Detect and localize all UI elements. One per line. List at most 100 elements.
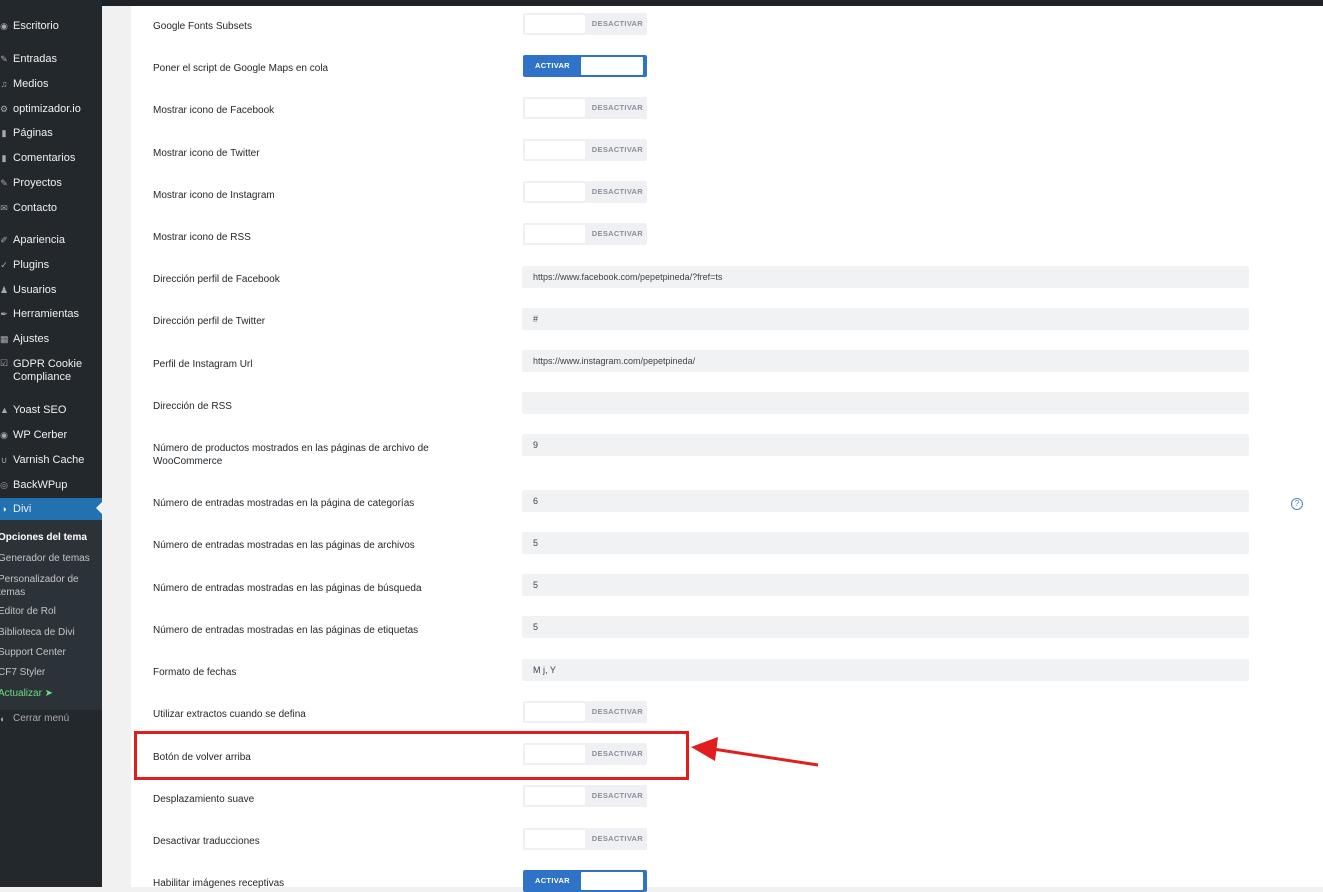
pin-icon: ✎ — [0, 177, 8, 188]
sidebar-item-gdpr[interactable]: ☑ GDPR Cookie Compliance — [0, 358, 102, 386]
setting-label: Número de entradas mostradas en la págin… — [153, 498, 415, 509]
toggle-google-fonts-subsets[interactable]: DESACTIVAR — [523, 13, 647, 35]
setting-label: Poner el script de Google Maps en cola — [153, 63, 329, 74]
category-posts-field[interactable]: 6 — [522, 490, 1249, 512]
arrow-shaft — [712, 747, 819, 767]
date-format-field[interactable]: M j, Y — [522, 659, 1249, 681]
setting-label: Mostrar icono de RSS — [153, 232, 251, 243]
archive-posts-field[interactable]: 5 — [522, 532, 1249, 554]
setting-label: Mostrar icono de Instagram — [153, 190, 275, 201]
collapse-icon: ◐ — [0, 713, 6, 724]
sidebar-item-herramientas[interactable]: ✒ Herramientas — [0, 304, 102, 324]
user-icon: ♟ — [0, 284, 9, 295]
shield-icon: ◉ — [0, 429, 8, 440]
setting-label: Número de productos mostrados en las pág… — [153, 443, 429, 467]
toggle-instagram-icon[interactable]: DESACTIVAR — [523, 181, 647, 203]
setting-label: Dirección perfil de Twitter — [153, 316, 266, 327]
setting-label: Número de entradas mostradas en las pági… — [153, 540, 415, 551]
submenu-support-center[interactable]: Support Center — [0, 647, 102, 658]
toggle-disable-translations[interactable]: DESACTIVAR — [523, 828, 647, 850]
toggle-knob — [525, 15, 585, 33]
page-icon: ▮ — [1, 127, 7, 138]
toggle-knob — [525, 703, 585, 721]
sidebar-item-divi[interactable]: ◑ Divi — [0, 498, 102, 520]
twitter-url-field[interactable]: # — [522, 308, 1249, 330]
media-icon: ♫ — [0, 79, 8, 89]
mail-icon: ✉ — [0, 202, 8, 213]
toggle-rss-icon[interactable]: DESACTIVAR — [523, 223, 647, 245]
sidebar-item-plugins[interactable]: ✓ Plugins — [0, 255, 102, 275]
sidebar-item-paginas[interactable]: ▮ Páginas — [0, 123, 102, 143]
search-posts-field[interactable]: 5 — [522, 574, 1249, 596]
setting-label: Utilizar extractos cuando se defina — [153, 709, 306, 720]
toggle-knob — [525, 787, 585, 805]
wrench-icon: ✒ — [0, 308, 8, 319]
toggle-knob — [525, 225, 585, 243]
backup-icon: ◎ — [0, 479, 8, 490]
tag-posts-field[interactable]: 5 — [522, 616, 1249, 638]
submenu-opciones-tema[interactable]: Opciones del tema — [0, 532, 102, 543]
gear-icon: ⚙ — [0, 103, 9, 114]
collapse-menu-button[interactable]: ◐ Cerrar menú — [0, 713, 69, 724]
setting-label: Dirección perfil de Facebook — [153, 274, 280, 285]
question-circle-icon[interactable]: ? — [1291, 498, 1303, 510]
toggle-responsive-images[interactable]: ACTIVAR — [523, 870, 647, 892]
toggle-twitter-icon[interactable]: DESACTIVAR — [523, 139, 647, 161]
sidebar-item-ajustes[interactable]: ▦ Ajustes — [0, 329, 102, 349]
sidebar-item-backwpup[interactable]: ◎ BackWPup — [0, 475, 102, 495]
instagram-url-field[interactable]: https://www.instagram.com/pepetpineda/ — [522, 350, 1249, 372]
submenu-generador-temas[interactable]: Generador de temas — [0, 553, 102, 564]
dashboard-icon: ◉ — [0, 20, 8, 31]
submenu-cf7-styler[interactable]: CF7 Styler — [0, 667, 102, 678]
sidebar-item-medios[interactable]: ♫ Medios — [0, 74, 102, 94]
toggle-google-maps-script[interactable]: ACTIVAR — [523, 55, 647, 77]
submenu-biblioteca[interactable]: Biblioteca de Divi — [0, 627, 102, 638]
setting-label: Dirección de RSS — [153, 401, 232, 412]
setting-label: Desactivar traducciones — [153, 836, 260, 847]
toggle-knob — [581, 872, 643, 890]
facebook-url-field[interactable]: https://www.facebook.com/pepetpineda/?fr… — [522, 266, 1249, 288]
sidebar-item-usuarios[interactable]: ♟ Usuarios — [0, 280, 102, 300]
sidebar-item-comentarios[interactable]: ▮ Comentarios — [0, 148, 102, 168]
toggle-smooth-scroll[interactable]: DESACTIVAR — [523, 785, 647, 807]
submenu-editor-rol[interactable]: Editor de Rol — [0, 606, 102, 617]
submenu-actualizar[interactable]: Actualizar ➤ — [0, 688, 102, 699]
toggle-knob — [525, 183, 585, 201]
admin-sidebar: ◉ Escritorio ✎ Entradas ♫ Medios ⚙ optimizad… — [0, 0, 102, 887]
sidebar-item-entradas[interactable]: ✎ Entradas — [0, 49, 102, 69]
sidebar-item-optimizador[interactable]: ⚙ optimizador.io — [0, 99, 102, 119]
comment-icon: ▮ — [1, 152, 7, 163]
arrow-head — [691, 737, 718, 761]
submenu-personalizador[interactable]: Personalizador de temas — [0, 573, 88, 599]
annotation-highlight-box — [134, 731, 689, 780]
sidebar-item-apariencia[interactable]: ✐ Apariencia — [0, 230, 102, 250]
sidebar-item-escritorio[interactable]: ◉ Escritorio — [0, 16, 102, 36]
setting-label: Número de entradas mostradas en las pági… — [153, 583, 422, 594]
sidebar-item-contacto[interactable]: ✉ Contacto — [0, 198, 102, 218]
check-icon: ☑ — [0, 358, 9, 368]
settings-icon: ▦ — [0, 333, 9, 344]
annotation-arrow-icon — [691, 737, 819, 767]
setting-label: Google Fonts Subsets — [153, 21, 252, 32]
sidebar-item-proyectos[interactable]: ✎ Proyectos — [0, 173, 102, 193]
cache-icon: ∪ — [0, 454, 8, 465]
rss-url-field[interactable] — [522, 392, 1249, 414]
toggle-facebook-icon[interactable]: DESACTIVAR — [523, 97, 647, 119]
plug-icon: ✓ — [0, 259, 8, 270]
woocommerce-products-field[interactable]: 9 — [522, 434, 1249, 456]
setting-label: Desplazamiento suave — [153, 794, 255, 805]
toggle-knob — [525, 830, 585, 848]
setting-label: Formato de fechas — [153, 667, 237, 678]
brush-icon: ✐ — [0, 234, 8, 245]
divi-icon: ◑ — [1, 504, 7, 514]
toggle-knob — [525, 141, 585, 159]
pin-icon: ✎ — [0, 53, 8, 64]
sidebar-item-yoast[interactable]: ▲ Yoast SEO — [0, 400, 102, 420]
toggle-use-excerpts[interactable]: DESACTIVAR — [523, 701, 647, 723]
toggle-knob — [581, 57, 643, 75]
setting-label: Perfil de Instagram Url — [153, 359, 253, 370]
sidebar-item-varnish[interactable]: ∪ Varnish Cache — [0, 450, 102, 470]
setting-label: Número de entradas mostradas en las pági… — [153, 625, 419, 636]
toggle-knob — [525, 99, 585, 117]
sidebar-item-wp-cerber[interactable]: ◉ WP Cerber — [0, 425, 102, 445]
